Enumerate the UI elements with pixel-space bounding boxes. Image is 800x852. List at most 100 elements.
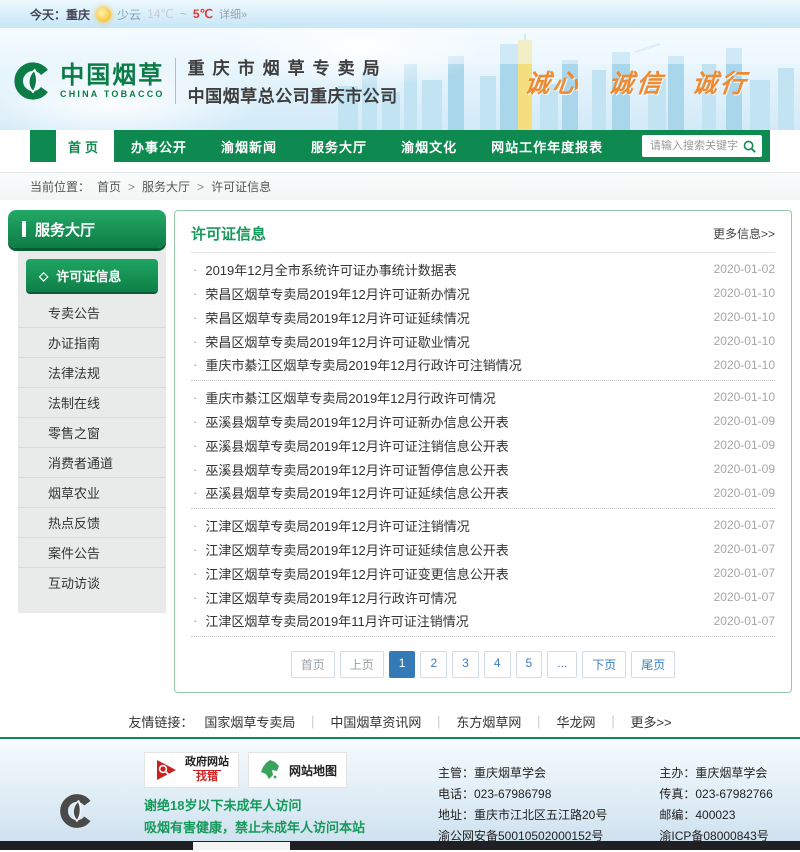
friend-link-more[interactable]: 更多>>	[630, 712, 671, 731]
breadcrumb-current: 许可证信息	[211, 178, 271, 195]
bullet-icon: ·	[193, 566, 197, 581]
china-tobacco-logo-icon	[12, 60, 54, 102]
footer-contact-info: 主管：重庆烟草学会 电话：023-67986798 地址：重庆市江北区五江路20…	[438, 763, 773, 847]
news-link[interactable]: 江津区烟草专卖局2019年12月许可证注销情况	[205, 516, 713, 535]
sidebar-title: 服务大厅	[35, 219, 95, 240]
sidebar-item-laws[interactable]: 法律法规	[18, 358, 166, 388]
pagination-last[interactable]: 尾页	[631, 651, 675, 678]
friend-link-eastern-tobacco[interactable]: 东方烟草网	[456, 712, 521, 731]
breadcrumb-service-hall[interactable]: 服务大厅	[142, 178, 190, 195]
footer-fax: 传真：023-67982766	[659, 784, 772, 805]
pagination-page-4[interactable]: 4	[484, 651, 511, 678]
banner-slogan: 诚心 诚信 诚行	[523, 64, 750, 100]
gov-website-error-report-badge[interactable]: 政府网站 找错	[144, 752, 239, 788]
news-link[interactable]: 巫溪县烟草专卖局2019年12月许可证新办信息公开表	[205, 412, 713, 431]
breadcrumb-home[interactable]: 首页	[97, 178, 121, 195]
sidebar-item-monopoly-notice[interactable]: 专卖公告	[18, 298, 166, 328]
logo-divider	[175, 58, 176, 104]
friend-link-separator: ｜	[606, 712, 619, 731]
pagination-page-1[interactable]: 1	[389, 651, 416, 678]
bullet-icon: ·	[193, 262, 197, 277]
pagination-page-3[interactable]: 3	[452, 651, 479, 678]
list-item: ·江津区烟草专卖局2019年12月许可证延续信息公开表2020-01-07	[191, 537, 775, 561]
news-link[interactable]: 江津区烟草专卖局2019年12月行政许可情况	[205, 588, 713, 607]
nav-item-annual-report[interactable]: 网站工作年度报表	[474, 130, 620, 162]
pagination-page-5[interactable]: 5	[516, 651, 543, 678]
nav-spacer	[30, 130, 56, 162]
sidebar-item-legal-online[interactable]: 法制在线	[18, 388, 166, 418]
bottom-strip-box	[193, 842, 290, 850]
china-map-icon	[258, 758, 282, 782]
bullet-icon: ·	[193, 310, 197, 325]
breadcrumb-separator: >	[128, 180, 135, 194]
content-area: 服务大厅 ◇ 许可证信息 专卖公告 办证指南 法律法规 法制在线 零售之窗 消费…	[0, 200, 800, 693]
nav-item-affairs[interactable]: 办事公开	[114, 130, 204, 162]
news-link[interactable]: 江津区烟草专卖局2019年12月许可证延续信息公开表	[205, 540, 713, 559]
nav-item-service-hall[interactable]: 服务大厅	[294, 130, 384, 162]
sidebar-item-interview[interactable]: 互动访谈	[18, 568, 166, 597]
list-item: ·巫溪县烟草专卖局2019年12月许可证延续信息公开表2020-01-09	[191, 481, 775, 509]
search-input[interactable]	[648, 139, 742, 153]
sidebar-item-license-guide[interactable]: 办证指南	[18, 328, 166, 358]
list-item: ·巫溪县烟草专卖局2019年12月许可证暂停信息公开表2020-01-09	[191, 457, 775, 481]
friend-link-hualong[interactable]: 华龙网	[556, 712, 595, 731]
more-info-link[interactable]: 更多信息>>	[713, 225, 775, 242]
bullet-icon: ·	[193, 590, 197, 605]
sidebar-item-consumer-channel[interactable]: 消费者通道	[18, 448, 166, 478]
pagination-first[interactable]: 首页	[291, 651, 335, 678]
news-link[interactable]: 重庆市綦江区烟草专卖局2019年12月行政许可情况	[205, 388, 713, 407]
sidebar-item-license-info[interactable]: ◇ 许可证信息	[26, 259, 158, 292]
nav-item-culture[interactable]: 渝烟文化	[384, 130, 474, 162]
logo-text-cn: 中国烟草	[60, 63, 165, 89]
bottom-strip	[0, 841, 800, 850]
page-title: 许可证信息	[191, 223, 266, 244]
bullet-icon: ·	[193, 613, 197, 628]
list-item: ·江津区烟草专卖局2019年12月行政许可情况2020-01-07	[191, 585, 775, 609]
pagination-prev[interactable]: 上页	[340, 651, 384, 678]
news-date: 2020-01-10	[714, 310, 775, 324]
friend-link-tobacco-info[interactable]: 中国烟草资讯网	[330, 712, 421, 731]
news-link[interactable]: 荣昌区烟草专卖局2019年12月许可证新办情况	[205, 284, 713, 303]
news-link[interactable]: 巫溪县烟草专卖局2019年12月许可证注销信息公开表	[205, 436, 713, 455]
news-date: 2020-01-09	[714, 486, 775, 500]
friend-link-separator: ｜	[432, 712, 445, 731]
bullet-icon: ·	[193, 334, 197, 349]
list-item: ·江津区烟草专卖局2019年11月许可证注销情况2020-01-07	[191, 609, 775, 637]
footer-postcode: 邮编：400023	[659, 805, 772, 826]
friend-link-state-bureau[interactable]: 国家烟草专卖局	[204, 712, 295, 731]
pagination-next[interactable]: 下页	[582, 651, 626, 678]
footer-organizer: 主办：重庆烟草学会	[659, 763, 772, 784]
search-icon[interactable]	[742, 139, 757, 154]
sidebar-item-retail-window[interactable]: 零售之窗	[18, 418, 166, 448]
bullet-icon: ·	[193, 438, 197, 453]
list-item: ·巫溪县烟草专卖局2019年12月许可证新办信息公开表2020-01-09	[191, 409, 775, 433]
nav-search	[642, 130, 770, 162]
news-date: 2020-01-09	[714, 438, 775, 452]
footer-address: 地址：重庆市江北区五江路20号	[438, 805, 607, 826]
list-item: ·重庆市綦江区烟草专卖局2019年12月行政许可注销情况2020-01-10	[191, 353, 775, 381]
news-link[interactable]: 2019年12月全市系统许可证办事统计数据表	[205, 260, 713, 279]
news-link[interactable]: 巫溪县烟草专卖局2019年12月许可证暂停信息公开表	[205, 460, 713, 479]
logo-text-en: CHINA TOBACCO	[60, 89, 165, 99]
nav-item-news[interactable]: 渝烟新闻	[204, 130, 294, 162]
sidebar-item-hot-feedback[interactable]: 热点反馈	[18, 508, 166, 538]
pagination-page-2[interactable]: 2	[420, 651, 447, 678]
news-link[interactable]: 荣昌区烟草专卖局2019年12月许可证延续情况	[205, 308, 713, 327]
news-link[interactable]: 荣昌区烟草专卖局2019年12月许可证歇业情况	[205, 332, 713, 351]
weather-temp-high: 14℃	[147, 7, 174, 21]
news-link[interactable]: 江津区烟草专卖局2019年12月许可证变更信息公开表	[205, 564, 713, 583]
sidebar-item-case-notice[interactable]: 案件公告	[18, 538, 166, 568]
smoking-harm-notice: 吸烟有害健康，禁止未成年人访问本站	[144, 817, 365, 839]
nav-item-home[interactable]: 首页	[56, 130, 114, 162]
search-box	[642, 135, 762, 157]
weather-detail-link[interactable]: 详细»	[219, 6, 247, 22]
weather-bar: 今天：重庆 少云 14℃ ~ 5℃ 详细»	[0, 0, 800, 28]
weather-condition: 少云	[117, 6, 141, 23]
site-map-badge[interactable]: 网站地图	[248, 752, 347, 788]
sidebar: 服务大厅 ◇ 许可证信息 专卖公告 办证指南 法律法规 法制在线 零售之窗 消费…	[8, 210, 166, 613]
list-item: ·重庆市綦江区烟草专卖局2019年12月行政许可情况2020-01-10	[191, 385, 775, 409]
news-link[interactable]: 重庆市綦江区烟草专卖局2019年12月行政许可注销情况	[205, 355, 713, 374]
news-link[interactable]: 巫溪县烟草专卖局2019年12月许可证延续信息公开表	[205, 483, 713, 502]
news-link[interactable]: 江津区烟草专卖局2019年11月许可证注销情况	[205, 611, 713, 630]
sidebar-item-tobacco-agriculture[interactable]: 烟草农业	[18, 478, 166, 508]
